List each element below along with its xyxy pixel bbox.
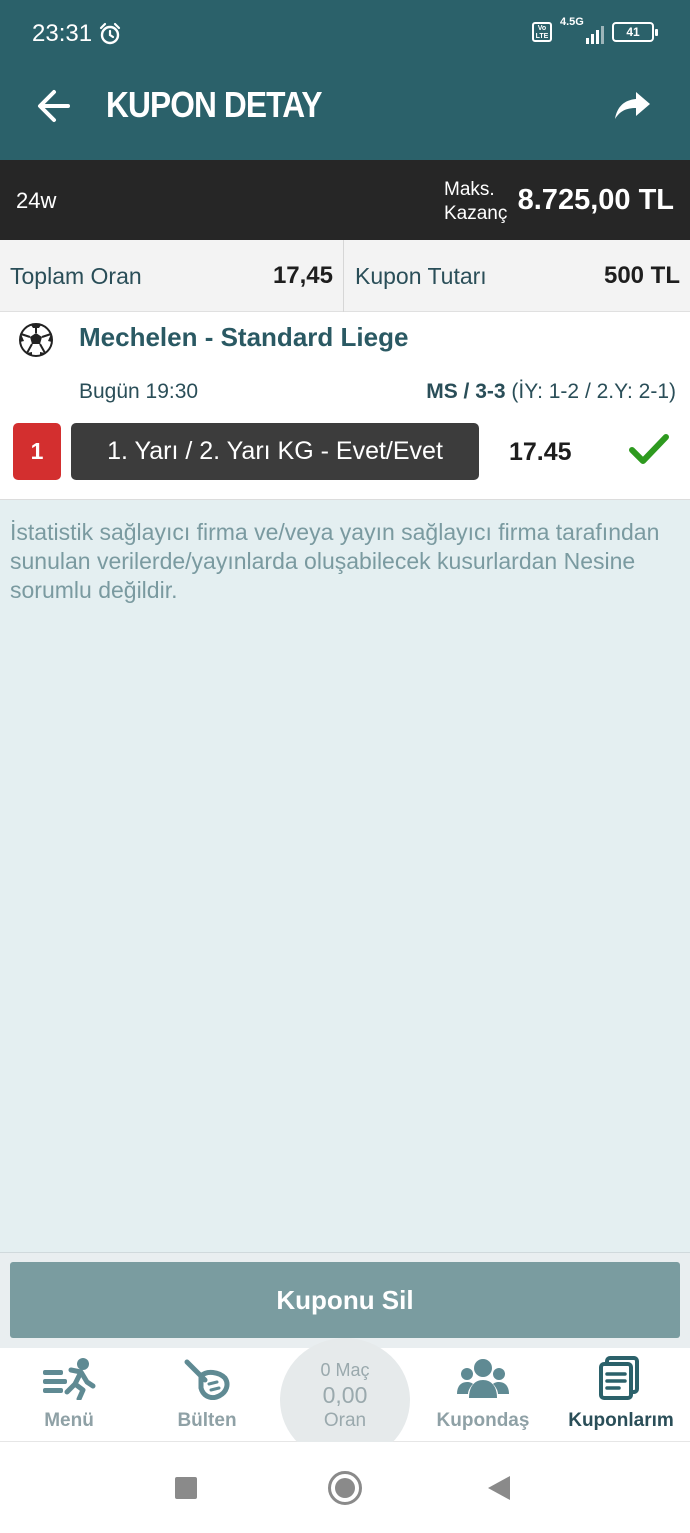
menu-runner-icon (43, 1358, 96, 1400)
match-time: Bugün 19:30 (79, 380, 199, 403)
total-odds: Toplam Oran 17,45 (0, 240, 344, 312)
network-type: 4.5G (560, 16, 584, 28)
home-button[interactable] (328, 1471, 362, 1505)
match-score-main: MS / 3-3 (426, 380, 506, 403)
people-icon (457, 1359, 509, 1398)
max-win-label-line1: Maks. (444, 179, 495, 200)
nav-label-bulletin: Bülten (177, 1410, 237, 1431)
share-button[interactable] (612, 86, 652, 126)
recent-apps-button[interactable] (175, 1477, 197, 1499)
coupon-code: 24w (16, 188, 57, 213)
match-title: Mechelen - Standard Liege (79, 322, 409, 352)
nav-item-my-coupons[interactable]: Kuponlarım (552, 1348, 690, 1442)
battery-level: 41 (626, 25, 640, 39)
delete-coupon-button[interactable]: Kuponu Sil (10, 1262, 680, 1338)
coupon-summary-bar: 24w Maks. Kazanç 8.725,00 TL (0, 160, 690, 240)
disclaimer-text: İstatistik sağlayıcı firma ve/veya yayın… (10, 519, 660, 603)
football-icon (19, 323, 53, 357)
max-win-label: Maks. Kazanç (444, 178, 507, 226)
nav-label-kupondas: Kupondaş (436, 1410, 530, 1431)
coupon-amount-value: 500 TL (603, 262, 680, 289)
total-odds-value: 17,45 (272, 262, 333, 289)
bet-odd: 17.45 (509, 438, 572, 466)
match-score-detail: (İY: 1-2 / 2.Y: 2-1) (505, 380, 676, 403)
delete-area: Kuponu Sil (0, 1252, 690, 1348)
signal-icon: 4.5G (560, 16, 604, 44)
nav-item-bulletin[interactable]: Bülten (138, 1348, 276, 1442)
checkmark-icon (629, 434, 669, 464)
coupon-amount: Kupon Tutarı 500 TL (345, 240, 690, 312)
nav-item-menu[interactable]: Menü (0, 1348, 138, 1442)
total-odds-label: Toplam Oran (10, 262, 142, 289)
nav-label-menu: Menü (44, 1410, 94, 1431)
betslip-odds-label: Oran (323, 1410, 367, 1431)
back-button[interactable] (34, 84, 74, 128)
max-win-label-line2: Kazanç (444, 203, 508, 224)
bet-selection: 1. Yarı / 2. Yarı KG - Evet/Evet (71, 423, 479, 480)
coupon-amount-label: Kupon Tutarı (355, 262, 487, 289)
app-header: 23:31 Vo LTE 4.5G 41 KUPON DETAY (0, 0, 690, 160)
system-back-button[interactable] (488, 1476, 510, 1500)
coupon-totals: Toplam Oran 17,45 Kupon Tutarı 500 TL (0, 240, 690, 312)
bottom-nav: Menü Bülten 0 Maç 0,00 Oran Kupondaş Kup… (0, 1338, 690, 1462)
pick-number-badge: 1 (13, 423, 61, 480)
battery-icon: 41 (612, 22, 658, 42)
nav-label-my-coupons: Kuponlarım (568, 1410, 674, 1431)
betslip-odds: 0,00 (322, 1382, 368, 1408)
clock-text: 23:31 (32, 20, 93, 47)
coupons-icon (599, 1356, 639, 1400)
bulletin-icon (184, 1359, 230, 1400)
match-score: MS / 3-3 (İY: 1-2 / 2.Y: 2-1) (426, 380, 676, 404)
status-time: 23:31 (32, 20, 122, 48)
system-navigation-bar (0, 1442, 690, 1533)
arrow-left-icon (38, 90, 70, 122)
nav-item-kupondas[interactable]: Kupondaş (414, 1348, 552, 1442)
share-icon (615, 92, 650, 119)
status-indicators: Vo LTE 4.5G 41 (532, 16, 658, 44)
alarm-icon (99, 22, 121, 45)
max-win-value: 8.725,00 TL (517, 184, 674, 216)
match-card: Mechelen - Standard Liege Bugün 19:30 MS… (0, 312, 690, 500)
volte-icon: Vo LTE (532, 22, 552, 42)
betslip-match-count: 0 Maç (320, 1360, 370, 1380)
page-title: KUPON DETAY (106, 84, 323, 125)
